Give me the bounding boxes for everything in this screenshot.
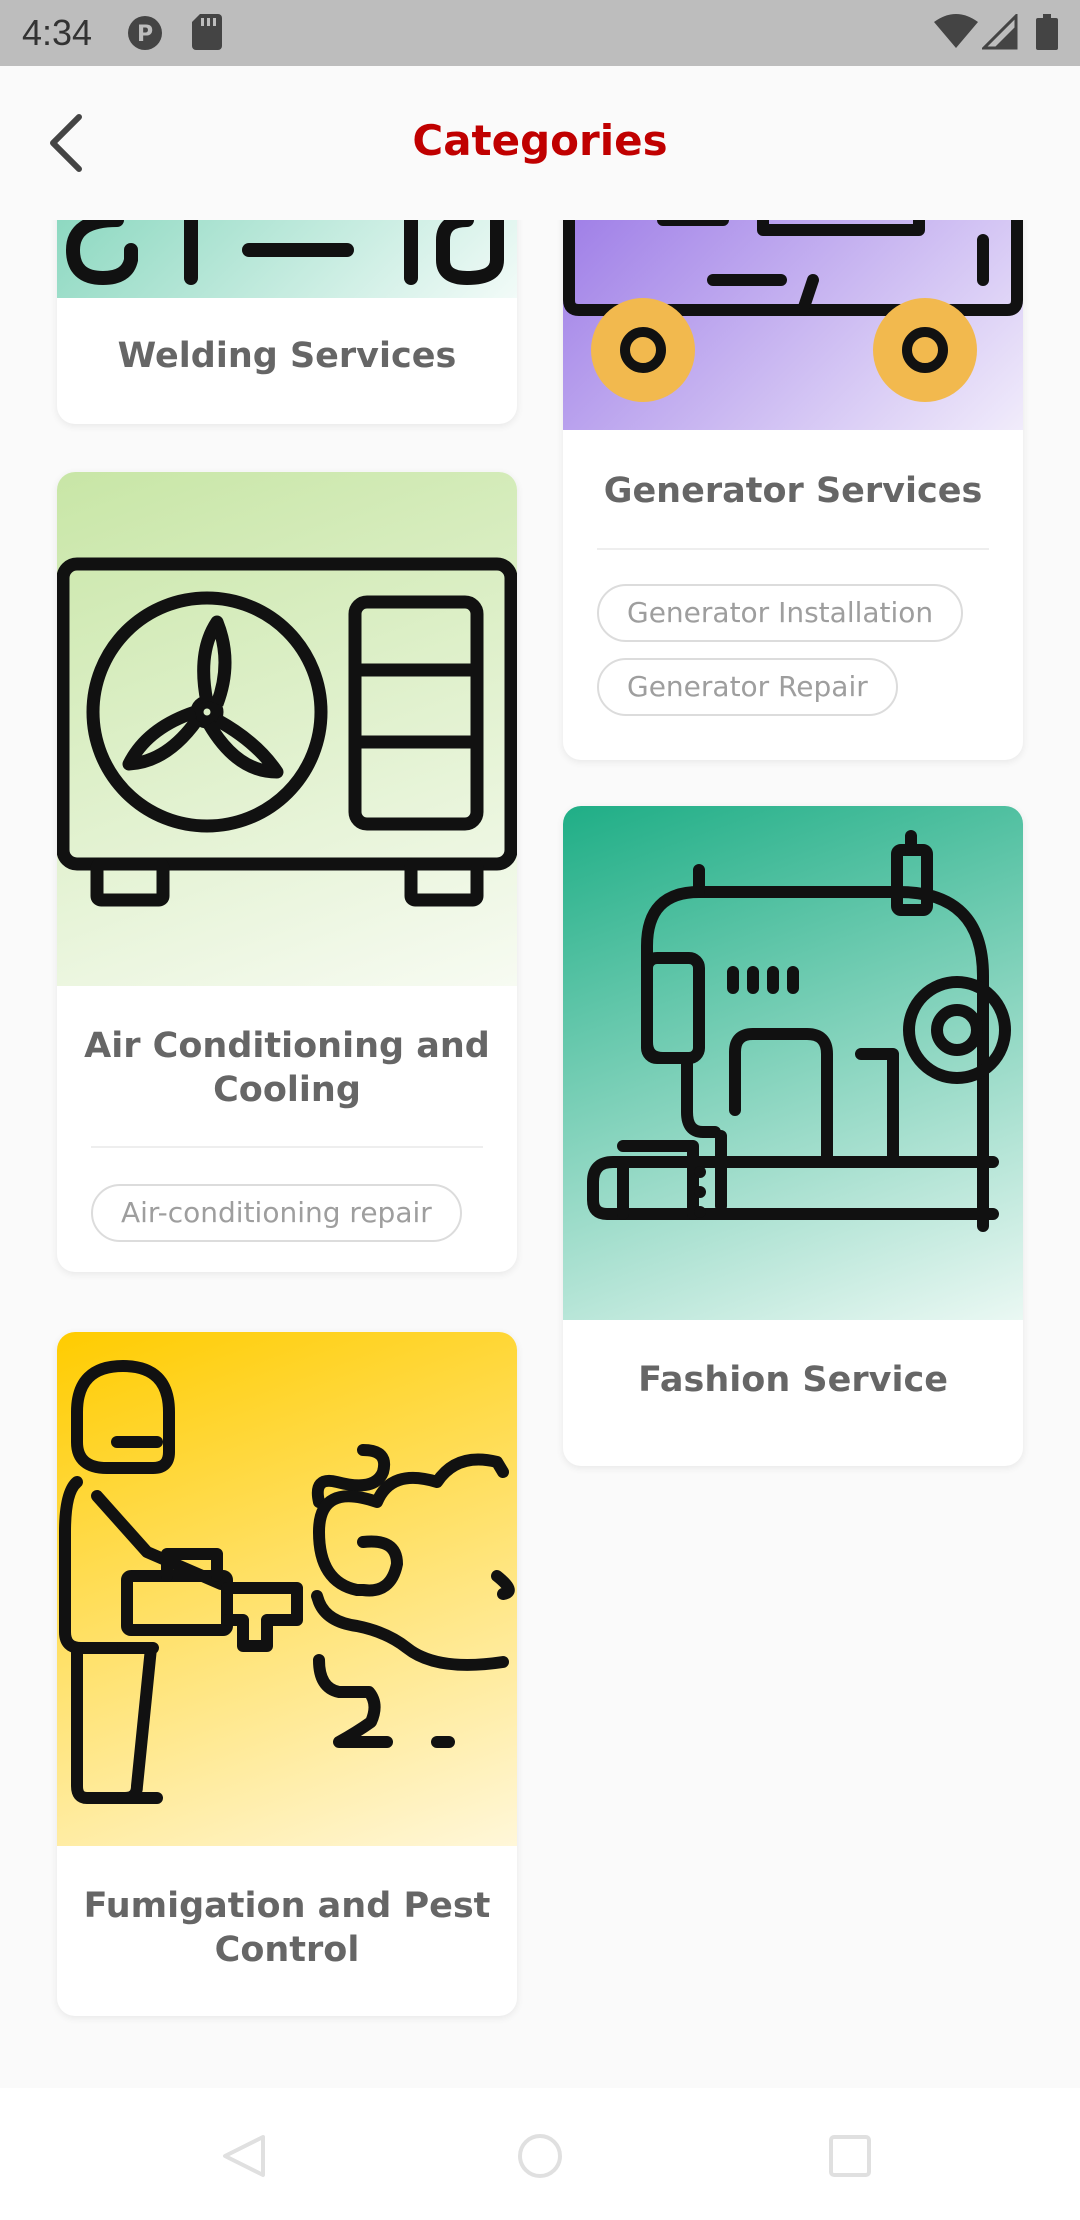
notification-p-icon: P [126,14,164,56]
divider [597,548,989,550]
air-conditioner-icon [57,472,517,986]
categories-grid: Welding Services Generator Services Gene… [0,220,1080,2088]
category-card-fashion[interactable]: Fashion Service [563,806,1023,1466]
tag-air-conditioning-repair[interactable]: Air-conditioning repair [91,1184,462,1242]
category-card-air-conditioning[interactable]: Air Conditioning and Cooling Air-conditi… [57,472,517,1272]
category-card-generator[interactable]: Generator Services Generator Installatio… [563,220,1023,760]
nav-home-button[interactable] [500,2116,580,2196]
sewing-machine-icon [563,806,1023,1320]
nav-home-icon [518,2134,562,2178]
sd-card-icon [192,14,222,54]
status-bar: 4:34 P [0,0,1080,66]
status-time: 4:34 [22,12,93,53]
category-title: Fumigation and Pest Control [83,1886,491,1970]
app-bar: Categories [0,66,1080,220]
category-title: Welding Services [117,336,457,376]
welding-icon [57,220,517,298]
page-title: Categories [412,116,668,165]
category-title: Air Conditioning and Cooling [84,1026,490,1110]
nav-back-button[interactable] [204,2116,284,2196]
generator-icon [563,220,1023,430]
tag-generator-installation[interactable]: Generator Installation [597,584,964,642]
fumigation-icon [57,1332,517,1846]
signal-icon [980,12,1018,54]
wifi-icon [934,14,978,54]
divider [91,1146,483,1148]
nav-recents-button[interactable] [810,2116,890,2196]
tag-generator-repair[interactable]: Generator Repair [597,658,898,716]
category-title: Generator Services [603,471,983,511]
category-card-fumigation[interactable]: Fumigation and Pest Control [57,1332,517,2016]
nav-recents-icon [829,2135,871,2177]
nav-back-icon [223,2135,265,2177]
battery-icon [1036,14,1058,54]
svg-text:P: P [137,22,153,47]
navigation-bar [0,2088,1080,2220]
category-card-welding[interactable]: Welding Services [57,220,517,424]
category-title: Fashion Service [638,1360,948,1400]
